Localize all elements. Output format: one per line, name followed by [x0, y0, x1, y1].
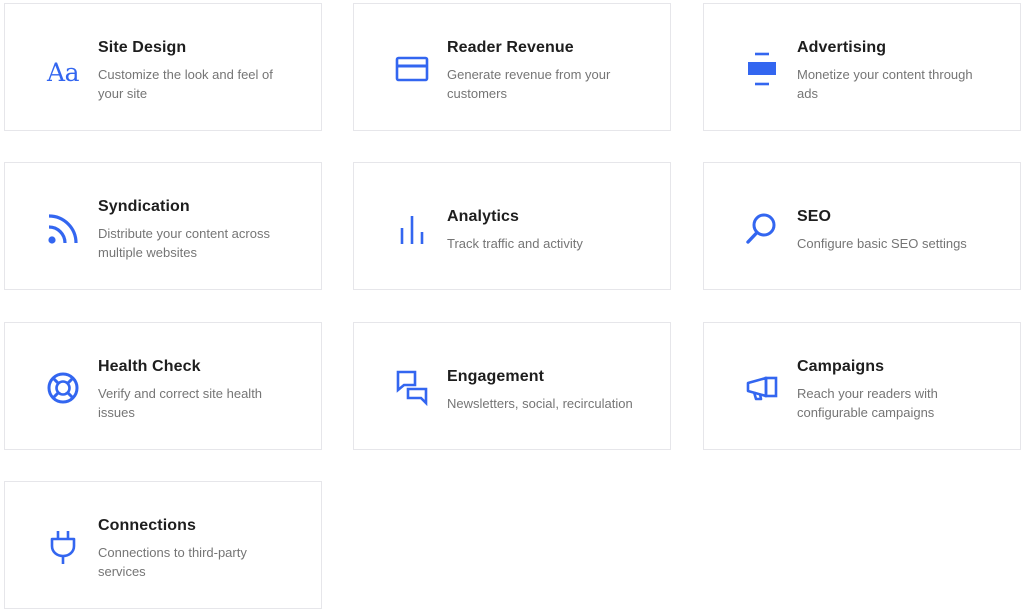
- card-title: Connections: [98, 517, 196, 534]
- card-analytics[interactable]: Analytics Track traffic and activity: [353, 162, 671, 290]
- card-description: Configure basic SEO settings: [797, 236, 967, 251]
- card-description: Distribute your content across multiple …: [98, 226, 270, 260]
- rss-icon: [41, 207, 85, 251]
- bar-chart-icon: [390, 207, 434, 251]
- card-description: Track traffic and activity: [447, 236, 583, 251]
- plug-icon: [41, 525, 85, 569]
- card-description: Newsletters, social, recirculation: [447, 396, 633, 411]
- typography-icon: Aa: [47, 57, 79, 87]
- chat-bubbles-icon: [390, 366, 434, 410]
- ad-block-icon: [740, 47, 784, 91]
- card-description: Verify and correct site health issues: [98, 386, 263, 420]
- card-engagement[interactable]: Engagement Newsletters, social, recircul…: [353, 322, 671, 450]
- card-title: Health Check: [98, 358, 201, 375]
- card-advertising[interactable]: Advertising Monetize your content throug…: [703, 3, 1021, 131]
- megaphone-icon: [740, 366, 784, 410]
- card-site-design[interactable]: Aa Site Design Customize the look and fe…: [4, 3, 322, 131]
- card-title: SEO: [797, 208, 832, 225]
- card-description: Connections to third-party services: [98, 545, 247, 579]
- card-title: Site Design: [98, 39, 187, 56]
- card-description: Customize the look and feel of your site: [98, 67, 273, 101]
- card-campaigns[interactable]: Campaigns Reach your readers with config…: [703, 322, 1021, 450]
- search-icon: [740, 206, 784, 250]
- card-title: Syndication: [98, 198, 190, 215]
- credit-card-icon: [390, 47, 434, 91]
- card-title: Engagement: [447, 368, 545, 385]
- dashboard-card-grid: Aa Site Design Customize the look and fe…: [0, 0, 1024, 614]
- card-title: Advertising: [797, 39, 887, 56]
- card-title: Analytics: [447, 208, 520, 225]
- card-syndication[interactable]: Syndication Distribute your content acro…: [4, 162, 322, 290]
- card-seo[interactable]: SEO Configure basic SEO settings: [703, 162, 1021, 290]
- card-health-check[interactable]: Health Check Verify and correct site hea…: [4, 322, 322, 450]
- card-reader-revenue[interactable]: Reader Revenue Generate revenue from you…: [353, 3, 671, 131]
- lifebuoy-icon: [41, 366, 85, 410]
- card-description: Reach your readers with configurable cam…: [797, 386, 938, 420]
- card-description: Generate revenue from your customers: [447, 67, 611, 101]
- card-title: Campaigns: [797, 358, 885, 375]
- card-description: Monetize your content through ads: [797, 67, 973, 101]
- card-connections[interactable]: Connections Connections to third-party s…: [4, 481, 322, 609]
- card-title: Reader Revenue: [447, 39, 574, 56]
